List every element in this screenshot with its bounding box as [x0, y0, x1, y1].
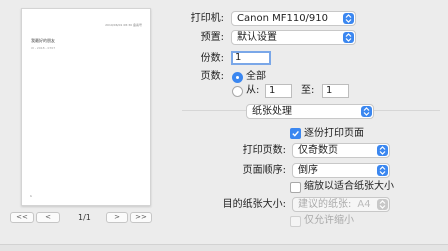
pages-to-print-value: 仅奇数页 — [298, 145, 338, 156]
pages-to-field[interactable]: 1 — [322, 84, 349, 98]
pages-from-label: 从: — [246, 85, 260, 96]
presets-popup[interactable]: 默认设置 — [231, 30, 356, 45]
page-order-value: 倒序 — [298, 165, 318, 176]
presets-value: 默认设置 — [237, 32, 277, 43]
dialog-bottom-bar — [0, 244, 448, 251]
last-page-button[interactable]: >> — [130, 212, 152, 223]
pages-all-label: 全部 — [246, 71, 266, 82]
printer-popup[interactable]: Canon MF110/910 — [231, 11, 356, 26]
chevron-updown-icon — [343, 32, 354, 43]
chevron-updown-icon — [377, 145, 388, 156]
section-value: 纸张处理 — [252, 106, 292, 117]
chevron-updown-icon — [361, 106, 372, 117]
destination-paper-popup[interactable]: 建议的纸张: A4 — [292, 197, 390, 212]
previous-page-button[interactable]: < — [36, 212, 60, 223]
chevron-updown-icon — [377, 165, 388, 176]
checkmark-icon — [292, 130, 299, 137]
scale-to-fit-checkbox[interactable] — [290, 182, 301, 193]
preview-document-title: 我最好的朋友 — [31, 38, 55, 43]
printer-value: Canon MF110/910 — [237, 13, 329, 24]
pages-label: 页数: — [200, 71, 224, 82]
collate-label: 逐份打印页面 — [304, 128, 364, 139]
scale-down-only-checkbox[interactable] — [290, 216, 301, 227]
printer-label: 打印机: — [190, 13, 224, 24]
collate-checkbox[interactable] — [290, 128, 301, 139]
page-order-popup[interactable]: 倒序 — [292, 163, 390, 178]
scale-down-only-label: 仅允许缩小 — [304, 215, 354, 226]
next-page-button[interactable]: > — [106, 212, 128, 223]
copies-field[interactable]: 1 — [231, 51, 271, 65]
presets-label: 预置: — [200, 32, 224, 43]
chevron-updown-icon — [343, 13, 354, 24]
destination-paper-label: 目的纸张大小: — [222, 199, 286, 210]
first-page-button[interactable]: << — [10, 212, 34, 223]
pages-to-label: 至: — [301, 85, 315, 96]
preview-header-text: 2019/06/01 08:30 备案号 — [105, 23, 142, 27]
destination-paper-placeholder: 建议的纸张: — [298, 199, 352, 210]
pages-to-print-label: 打印页数: — [242, 145, 286, 156]
preview-document-subtitle: XI - 2018 - 0707 — [31, 46, 56, 50]
chevron-updown-icon — [377, 199, 388, 210]
section-popup[interactable]: 纸张处理 — [246, 104, 374, 119]
page-counter: 1/1 — [78, 213, 91, 222]
pages-from-field[interactable]: 1 — [265, 84, 292, 98]
pages-all-radio[interactable] — [232, 72, 243, 83]
preview-page-number: 1 — [30, 194, 32, 198]
copies-label: 份数: — [200, 53, 224, 64]
destination-paper-value: A4 — [357, 199, 371, 210]
page-order-label: 页面顺序: — [242, 165, 286, 176]
pages-to-print-popup[interactable]: 仅奇数页 — [292, 143, 390, 158]
scale-to-fit-label: 缩放以适合纸张大小 — [304, 181, 394, 192]
print-preview-page: 2019/06/01 08:30 备案号 我最好的朋友 XI - 2018 - … — [21, 8, 151, 206]
pages-range-radio[interactable] — [232, 86, 243, 97]
